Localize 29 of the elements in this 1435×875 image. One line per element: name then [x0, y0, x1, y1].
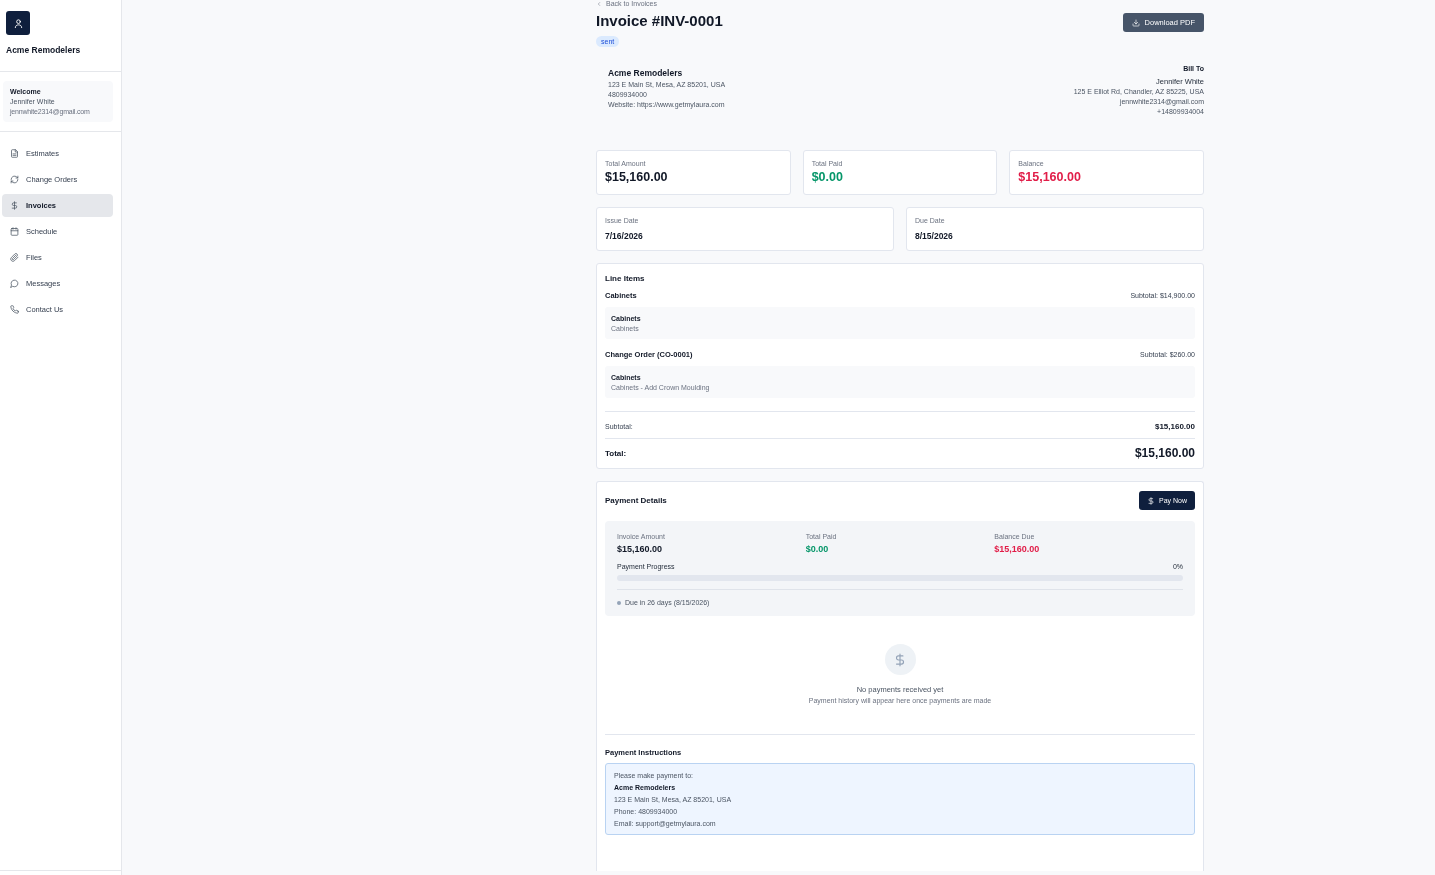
stat-value: $0.00 [811, 170, 844, 184]
dollar-icon [893, 652, 907, 667]
calendar-icon [10, 227, 19, 236]
date-value: 8/15/2026 [915, 231, 954, 241]
stat-value: $15,160.00 [605, 170, 669, 184]
dollar-icon [1147, 496, 1155, 505]
status-dot [617, 600, 621, 605]
subtotal-value: $15,160.00 [1154, 422, 1195, 431]
section-title: Payment Details [605, 496, 667, 505]
phone-icon [10, 305, 19, 314]
document-icon [10, 149, 19, 158]
section-title: Line Items [605, 274, 646, 283]
chat-icon [10, 279, 19, 288]
paperclip-icon [10, 253, 19, 262]
invoice-title: Invoice #INV-0001 [596, 12, 723, 30]
stat-value: $15,160.00 [1018, 170, 1082, 184]
amount-value: $15,160.00 [617, 544, 664, 554]
amount-value: $15,160.00 [994, 544, 1041, 554]
company-name: Acme Remodelers [608, 68, 684, 78]
refresh-icon [10, 175, 19, 184]
amount-value: $0.00 [805, 544, 830, 554]
company-name: Acme Remodelers [6, 45, 82, 55]
total-value: $15,160.00 [1134, 446, 1195, 460]
chevron-left-icon [596, 0, 602, 7]
download-icon [1131, 18, 1140, 27]
date-value: 7/16/2026 [605, 231, 644, 241]
dollar-icon [10, 201, 19, 210]
user-icon [12, 17, 24, 29]
total-label: Total: [605, 448, 627, 458]
